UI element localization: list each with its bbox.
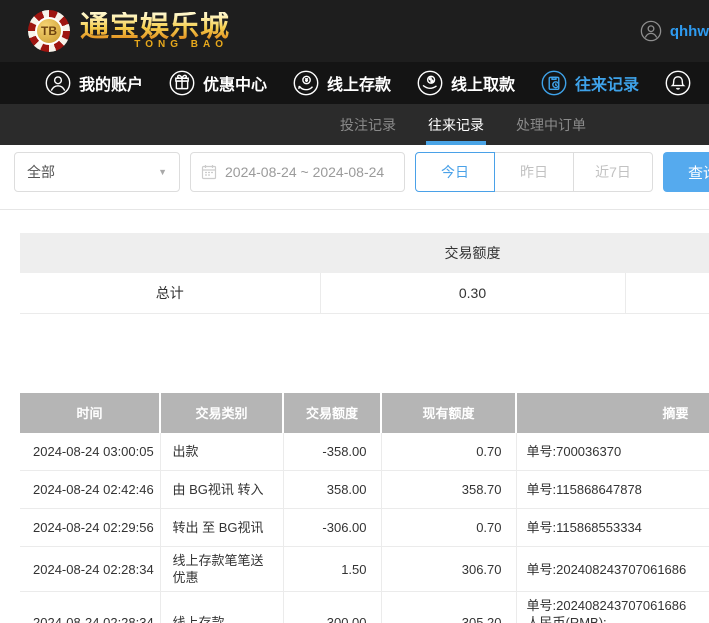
cell-time: 2024-08-24 03:00:05 [20, 433, 160, 471]
tab-transaction-records[interactable]: 往来记录 [428, 104, 484, 145]
cell-amount: 1.50 [283, 547, 381, 592]
nav-item-promotions[interactable]: 优惠中心 [169, 70, 267, 96]
cell-balance: 305.20 [381, 592, 516, 623]
cell-balance: 306.70 [381, 547, 516, 592]
col-header-balance: 现有额度 [381, 393, 516, 433]
cell-type: 线上存款 [160, 592, 283, 623]
user-account-menu[interactable]: qhhw [640, 0, 709, 62]
nav-item-records[interactable]: 往来记录 [541, 70, 639, 96]
promo-icon [169, 70, 195, 96]
search-button[interactable]: 查询 [663, 152, 709, 192]
date-range-value: 2024-08-24 ~ 2024-08-24 [225, 164, 384, 180]
cell-summary: 单号:202408243707061686 人民币(RMB): 300 [516, 592, 709, 623]
cell-balance: 358.70 [381, 471, 516, 509]
nav-item-label: 优惠中心 [203, 71, 267, 95]
cell-amount: -306.00 [283, 509, 381, 547]
cell-time: 2024-08-24 02:28:34 [20, 547, 160, 592]
account-icon [45, 70, 71, 96]
cell-summary: 单号:115868647878 [516, 471, 709, 509]
bell-icon [665, 70, 691, 96]
section-divider [0, 209, 709, 210]
nav-item-label: 线上取款 [451, 71, 515, 95]
col-header-time: 时间 [20, 393, 160, 433]
yesterday-button[interactable]: 昨日 [494, 152, 574, 192]
cell-type: 由 BG视讯 转入 [160, 471, 283, 509]
last7days-button[interactable]: 近7日 [573, 152, 653, 192]
records-subnav: 投注记录 往来记录 处理中订单 [0, 104, 709, 145]
tab-betting-records[interactable]: 投注记录 [340, 104, 396, 145]
quick-date-button-group: 今日 昨日 近7日 [415, 152, 653, 192]
transactions-table: 时间 交易类别 交易额度 现有额度 摘要 2024-08-24 03:00:05… [20, 393, 709, 623]
transaction-row: 2024-08-24 02:28:34 线上存款笔笔送优惠 1.50 306.7… [20, 547, 709, 592]
nav-item-announcements[interactable] [665, 70, 709, 96]
dropdown-selected-value: 全部 [27, 162, 55, 182]
cell-type: 出款 [160, 433, 283, 471]
cell-balance: 0.70 [381, 509, 516, 547]
site-title: 通宝娱乐城 [80, 12, 230, 42]
nav-item-label: 线上存款 [327, 71, 391, 95]
summary-header-row: 交易额度 [20, 233, 709, 273]
withdraw-icon [417, 70, 443, 96]
cell-type: 转出 至 BG视讯 [160, 509, 283, 547]
top-bar: TB 通宝娱乐城 TONG BAO qhhw [0, 0, 709, 62]
transaction-row: 2024-08-24 02:42:46 由 BG视讯 转入 358.00 358… [20, 471, 709, 509]
cell-balance: 0.70 [381, 433, 516, 471]
nav-item-my-account[interactable]: 我的账户 [45, 70, 143, 96]
cell-type: 线上存款笔笔送优惠 [160, 547, 283, 592]
col-header-type: 交易类别 [160, 393, 283, 433]
username-label: qhhw [670, 23, 709, 40]
records-icon [541, 70, 567, 96]
today-button[interactable]: 今日 [415, 152, 495, 192]
casino-chip-logo-icon: TB [28, 10, 70, 52]
logo-tb-monogram: TB [35, 17, 63, 45]
tab-pending-orders[interactable]: 处理中订单 [516, 104, 586, 145]
cell-summary: 单号:202408243707061686 [516, 547, 709, 592]
cell-summary: 单号:700036370 [516, 433, 709, 471]
cell-time: 2024-08-24 02:28:34 [20, 592, 160, 623]
site-logo[interactable]: TB 通宝娱乐城 TONG BAO [28, 10, 230, 52]
cell-time: 2024-08-24 02:29:56 [20, 509, 160, 547]
user-avatar-icon [640, 20, 662, 42]
col-header-amount: 交易额度 [283, 393, 381, 433]
summary-header-label: 交易额度 [320, 233, 625, 273]
nav-item-label: 往来记录 [575, 71, 639, 95]
date-range-input[interactable]: 2024-08-24 ~ 2024-08-24 [190, 152, 405, 192]
filter-bar: 全部 ▼ 2024-08-24 ~ 2024-08-24 今日 昨日 近7日 查… [14, 152, 709, 192]
chevron-down-icon: ▼ [158, 167, 167, 177]
summary-table: 交易额度 总计 0.30 [20, 233, 709, 314]
transaction-type-dropdown[interactable]: 全部 ▼ [14, 152, 180, 192]
transaction-row: 2024-08-24 02:28:34 线上存款 300.00 305.20 单… [20, 592, 709, 623]
main-navigation: 我的账户 优惠中心 线上存款 [0, 62, 709, 104]
cell-amount: 300.00 [283, 592, 381, 623]
summary-total-label: 总计 [20, 273, 320, 313]
cell-amount: 358.00 [283, 471, 381, 509]
summary-total-value: 0.30 [320, 273, 625, 313]
col-header-summary: 摘要 [516, 393, 709, 433]
transaction-row: 2024-08-24 02:29:56 转出 至 BG视讯 -306.00 0.… [20, 509, 709, 547]
site-subtitle: TONG BAO [80, 39, 230, 50]
cell-summary: 单号:115868553334 [516, 509, 709, 547]
summary-total-row: 总计 0.30 [20, 273, 709, 313]
nav-item-deposit[interactable]: 线上存款 [293, 70, 391, 96]
calendar-icon [201, 164, 217, 180]
deposit-icon [293, 70, 319, 96]
nav-item-withdraw[interactable]: 线上取款 [417, 70, 515, 96]
cell-time: 2024-08-24 02:42:46 [20, 471, 160, 509]
nav-item-label: 我的账户 [79, 71, 143, 95]
transaction-row: 2024-08-24 03:00:05 出款 -358.00 0.70 单号:7… [20, 433, 709, 471]
cell-amount: -358.00 [283, 433, 381, 471]
transactions-header-row: 时间 交易类别 交易额度 现有额度 摘要 [20, 393, 709, 433]
